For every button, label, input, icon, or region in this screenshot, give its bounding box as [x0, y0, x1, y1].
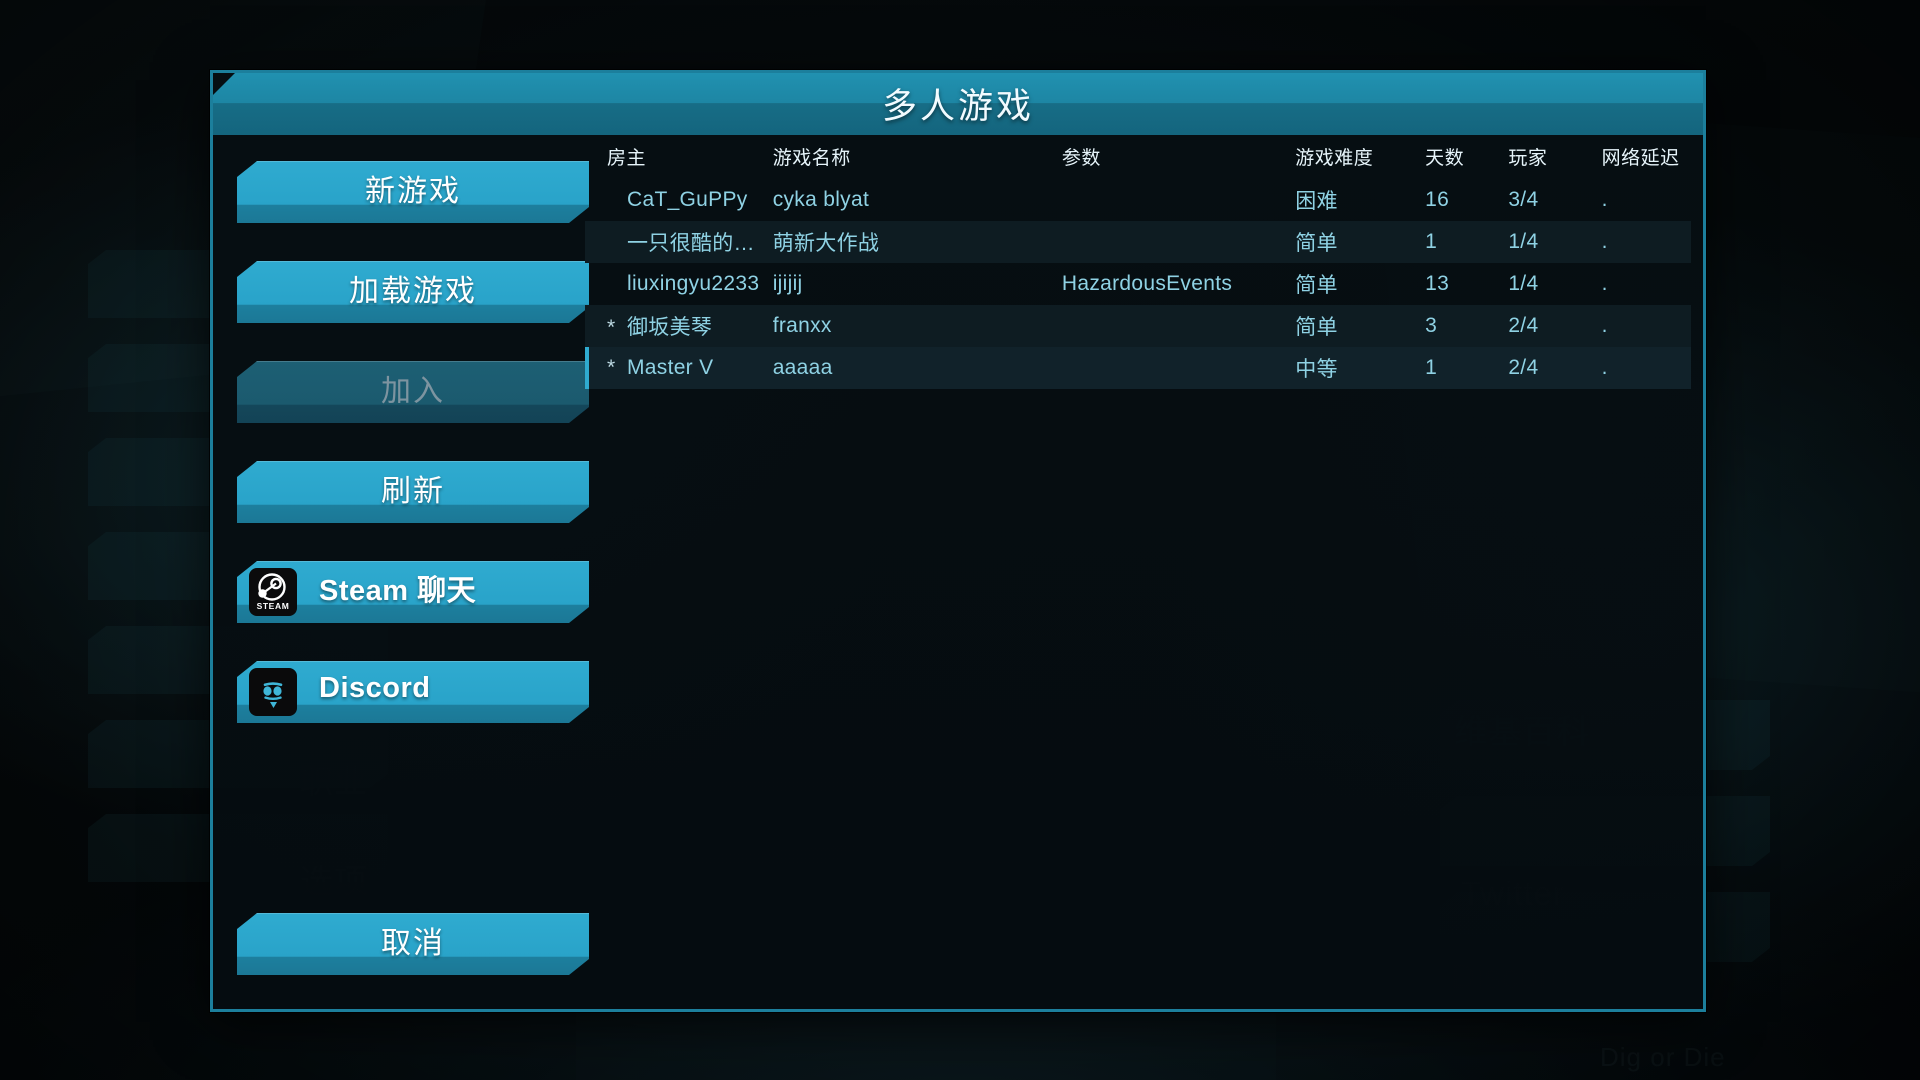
lock-icon: * [607, 356, 616, 379]
server-table: 房主 游戏名称 参数 游戏难度 天数 玩家 网络延迟 CaT_GuPPy cyk… [585, 139, 1691, 389]
page-title: 多人游戏 [881, 86, 1034, 126]
steam-chat-button[interactable]: STEAM Steam 聊天 [237, 561, 589, 623]
discord-icon [249, 668, 297, 716]
cell-mods [1061, 221, 1296, 263]
cell-host: * Master V [585, 347, 773, 389]
column-header-game-name[interactable]: 游戏名称 [773, 139, 1062, 179]
column-header-ping[interactable]: 网络延迟 [1602, 139, 1691, 179]
table-row[interactable]: * 御坂美琴 franxx 简单 3 2/4 . [585, 305, 1691, 347]
steam-icon: STEAM [249, 568, 297, 616]
cell-game-name: 萌新大作战 [772, 221, 1062, 263]
cell-host: * 御坂美琴 [585, 305, 773, 347]
cell-players: 1/4 [1508, 221, 1602, 263]
dialog-title-bar: 多人游戏 [213, 73, 1703, 135]
column-header-players[interactable]: 玩家 [1508, 139, 1601, 179]
cell-days: 3 [1425, 305, 1509, 347]
cell-mods [1061, 347, 1296, 389]
table-header-row: 房主 游戏名称 参数 游戏难度 天数 玩家 网络延迟 [585, 139, 1691, 179]
cell-ping: . [1601, 188, 1608, 211]
cell-players: 2/4 [1508, 347, 1602, 389]
cell-difficulty: 简单 [1295, 221, 1426, 263]
join-button[interactable]: 加入 [237, 361, 589, 423]
cell-days: 13 [1425, 272, 1450, 295]
refresh-button[interactable]: 刷新 [237, 461, 589, 523]
cell-days: 1 [1425, 347, 1509, 389]
svg-text:STEAM: STEAM [257, 601, 290, 611]
cell-host: 一只很酷的祭品 [585, 221, 773, 263]
table-row[interactable]: 一只很酷的祭品 萌新大作战 简单 1 1/4 . [585, 221, 1691, 263]
cell-ping: . [1601, 347, 1691, 389]
column-header-host[interactable]: 房主 [585, 139, 773, 179]
cell-game-name: cyka blyat [772, 188, 870, 211]
cell-host: CaT_GuPPy [627, 188, 748, 211]
table-header: 房主 游戏名称 参数 游戏难度 天数 玩家 网络延迟 [585, 139, 1691, 179]
refresh-button-label: 刷新 [381, 475, 445, 508]
new-game-button-label: 新游戏 [365, 175, 461, 208]
cell-days: 1 [1425, 221, 1509, 263]
cell-days: 16 [1425, 188, 1450, 211]
cell-ping: . [1601, 305, 1691, 347]
sidebar: 新游戏 加载游戏 加入 刷新 STEAM Steam 聊天 Discord 取消 [213, 135, 585, 1009]
cell-ping: . [1601, 221, 1691, 263]
cell-difficulty: 中等 [1295, 347, 1426, 389]
load-game-button-label: 加载游戏 [349, 275, 477, 308]
column-header-days[interactable]: 天数 [1425, 139, 1508, 179]
table-body: CaT_GuPPy cyka blyat 困难 16 3/4 . 一只很酷的祭品… [585, 179, 1691, 389]
cell-players: 3/4 [1508, 188, 1539, 211]
join-button-label: 加入 [381, 375, 445, 408]
cell-difficulty: 简单 [1295, 305, 1426, 347]
cell-mods: HazardousEvents [1061, 272, 1233, 295]
table-row[interactable]: CaT_GuPPy cyka blyat 困难 16 3/4 . [585, 179, 1691, 221]
cell-difficulty: 简单 [1295, 274, 1338, 297]
multiplayer-dialog: 多人游戏 新游戏 加载游戏 加入 刷新 STEAM Steam 聊天 Disco… [210, 70, 1706, 1012]
server-list: 房主 游戏名称 参数 游戏难度 天数 玩家 网络延迟 CaT_GuPPy cyk… [585, 135, 1703, 1009]
table-row[interactable]: liuxingyu2233 ijijij HazardousEvents 简单 … [585, 263, 1691, 305]
cell-ping: . [1601, 272, 1608, 295]
cancel-button-label: 取消 [381, 927, 445, 960]
cell-game-name: aaaaa [772, 347, 1062, 389]
cell-players: 1/4 [1508, 272, 1539, 295]
cell-players: 2/4 [1508, 305, 1602, 347]
lock-icon: * [607, 316, 616, 339]
cell-game-name: ijijij [772, 272, 803, 295]
load-game-button[interactable]: 加载游戏 [237, 261, 589, 323]
cell-game-name: franxx [772, 305, 1062, 347]
column-header-mods[interactable]: 参数 [1062, 139, 1295, 179]
new-game-button[interactable]: 新游戏 [237, 161, 589, 223]
cancel-button[interactable]: 取消 [237, 913, 589, 975]
discord-button[interactable]: Discord [237, 661, 589, 723]
column-header-difficulty[interactable]: 游戏难度 [1295, 139, 1425, 179]
cell-difficulty: 困难 [1295, 190, 1338, 213]
table-row[interactable]: * Master V aaaaa 中等 1 2/4 . [585, 347, 1691, 389]
cell-mods [1061, 305, 1296, 347]
cell-host: liuxingyu2233 [627, 272, 760, 295]
dialog-body: 新游戏 加载游戏 加入 刷新 STEAM Steam 聊天 Discord 取消… [213, 135, 1703, 1009]
cell-mods [1062, 179, 1295, 221]
